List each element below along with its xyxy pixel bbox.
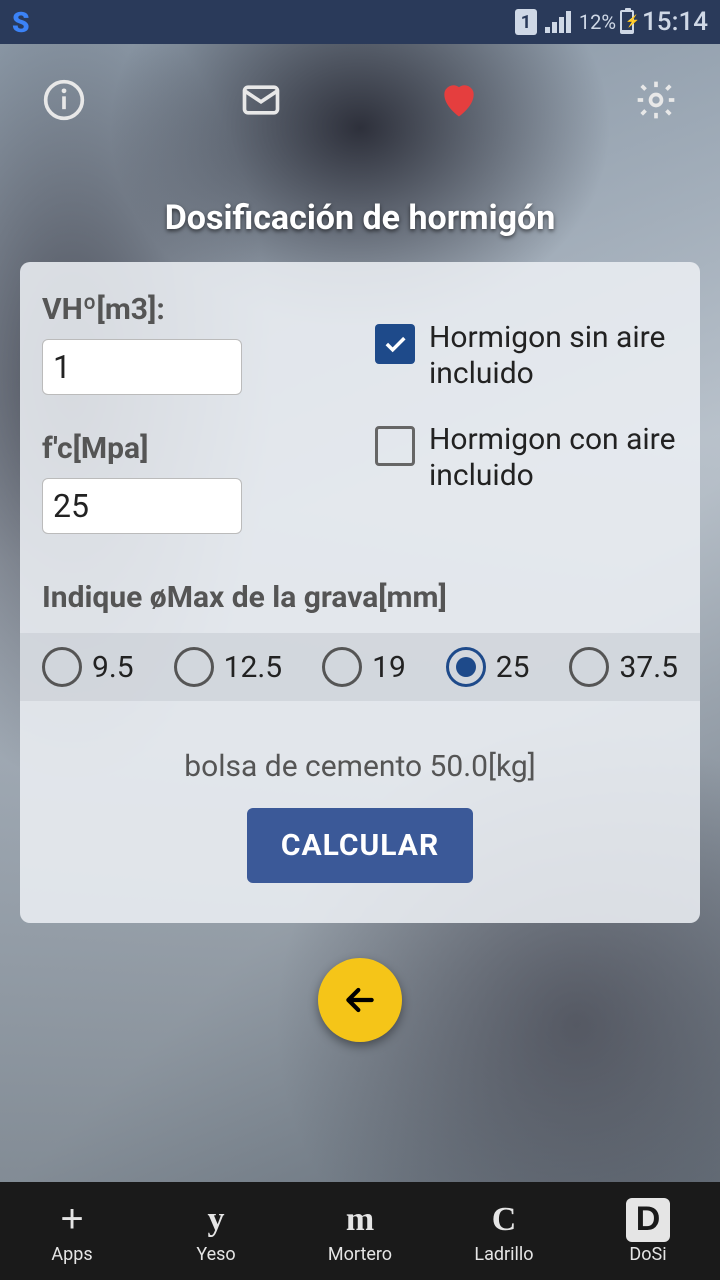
battery-icon: ⚡ — [620, 10, 634, 34]
mail-icon — [239, 78, 283, 122]
nav-ladrillo[interactable]: C Ladrillo — [432, 1182, 576, 1280]
nav-label: Ladrillo — [474, 1244, 533, 1265]
calculate-button[interactable]: CALCULAR — [247, 808, 473, 883]
fc-input[interactable] — [42, 478, 242, 534]
sim-icon: 1 — [515, 9, 537, 35]
radio-label: 12.5 — [224, 650, 283, 685]
nav-apps[interactable]: + Apps — [0, 1182, 144, 1280]
info-button[interactable] — [36, 72, 92, 128]
checkbox-icon — [375, 426, 415, 466]
grava-label: Indique øMax de la grava[mm] — [42, 580, 678, 615]
mail-button[interactable] — [233, 72, 289, 128]
top-action-bar — [0, 44, 720, 128]
arrow-left-icon — [340, 980, 380, 1020]
mortero-icon: m — [338, 1198, 382, 1242]
radio-label: 25 — [496, 650, 530, 685]
grava-option-9-5[interactable]: 9.5 — [42, 647, 134, 687]
nav-label: Apps — [51, 1244, 92, 1265]
gear-icon — [634, 78, 678, 122]
nav-label: DoSi — [629, 1244, 666, 1265]
grava-option-25[interactable]: 25 — [446, 647, 530, 687]
battery-percent: 12% — [579, 10, 616, 34]
app-logo-icon: S — [12, 6, 30, 39]
info-icon — [42, 78, 86, 122]
nav-label: Mortero — [328, 1244, 392, 1265]
radio-icon — [322, 647, 362, 687]
nav-mortero[interactable]: m Mortero — [288, 1182, 432, 1280]
clock: 15:14 — [642, 7, 708, 37]
fc-label: f'c[Mpa] — [42, 431, 345, 466]
grava-option-37-5[interactable]: 37.5 — [569, 647, 678, 687]
vh-label: VHº[m3]: — [42, 292, 345, 327]
yeso-icon: y — [194, 1198, 238, 1242]
dosi-icon: D — [626, 1198, 670, 1242]
grava-option-12-5[interactable]: 12.5 — [174, 647, 283, 687]
status-bar: S 1 12% ⚡ 15:14 — [0, 0, 720, 44]
vh-input[interactable] — [42, 339, 242, 395]
settings-button[interactable] — [628, 72, 684, 128]
plus-icon: + — [50, 1198, 94, 1242]
radio-label: 19 — [372, 650, 406, 685]
checkbox-con-aire-label: Hormigon con aire incluido — [429, 422, 678, 494]
radio-icon — [446, 647, 486, 687]
grava-radio-group: 9.5 12.5 19 25 37.5 — [20, 633, 700, 701]
grava-option-19[interactable]: 19 — [322, 647, 406, 687]
cement-note: bolsa de cemento 50.0[kg] — [42, 749, 678, 784]
radio-icon — [42, 647, 82, 687]
signal-icon — [545, 11, 571, 33]
back-button[interactable] — [318, 958, 402, 1042]
nav-yeso[interactable]: y Yeso — [144, 1182, 288, 1280]
checkbox-sin-aire-label: Hormigon sin aire incluido — [429, 320, 678, 392]
bottom-nav: + Apps y Yeso m Mortero C Ladrillo D DoS… — [0, 1182, 720, 1280]
checkbox-icon — [375, 324, 415, 364]
ladrillo-icon: C — [482, 1198, 526, 1242]
radio-icon — [174, 647, 214, 687]
checkbox-con-aire[interactable]: Hormigon con aire incluido — [375, 422, 678, 494]
checkbox-sin-aire[interactable]: Hormigon sin aire incluido — [375, 320, 678, 392]
form-card: VHº[m3]: f'c[Mpa] Hormigon sin aire incl… — [20, 262, 700, 923]
radio-label: 9.5 — [92, 650, 134, 685]
favorite-button[interactable] — [431, 72, 487, 128]
battery-indicator: 12% ⚡ — [579, 10, 634, 34]
heart-icon — [437, 78, 481, 122]
radio-label: 37.5 — [619, 650, 678, 685]
radio-icon — [569, 647, 609, 687]
nav-label: Yeso — [196, 1244, 235, 1265]
nav-dosi[interactable]: D DoSi — [576, 1182, 720, 1280]
page-title: Dosificación de hormigón — [0, 198, 720, 238]
